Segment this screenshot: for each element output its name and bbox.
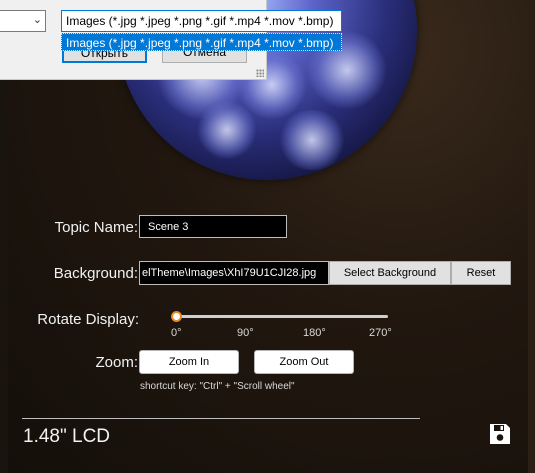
file-type-dropdown[interactable]: Images (*.jpg *.jpeg *.png *.gif *.mp4 *…: [61, 10, 342, 32]
save-icon[interactable]: [488, 422, 512, 446]
rotate-tick-180: 180°: [303, 327, 326, 339]
shortcut-hint: shortcut key: "Ctrl" + "Scroll wheel": [140, 381, 295, 392]
rotate-slider-track[interactable]: [175, 315, 388, 318]
reset-button[interactable]: Reset: [451, 261, 511, 285]
rotate-slider-thumb[interactable]: [171, 311, 182, 322]
background-path-field[interactable]: elTheme\Images\XhI79U1CJI28.jpg: [139, 261, 329, 285]
footer-divider: [22, 418, 420, 419]
filename-combo[interactable]: ⌄: [0, 10, 46, 32]
select-background-button[interactable]: Select Background: [329, 261, 451, 285]
rotate-display-label: Rotate Display:: [37, 311, 139, 328]
file-type-option[interactable]: Images (*.jpg *.jpeg *.png *.gif *.mp4 *…: [61, 33, 342, 51]
topic-name-input[interactable]: Scene 3: [139, 215, 287, 238]
rotate-tick-270: 270°: [369, 327, 392, 339]
rotate-tick-0: 0°: [171, 327, 182, 339]
chevron-down-icon: ⌄: [32, 14, 42, 26]
background-label: Background:: [53, 265, 138, 282]
resize-grip[interactable]: [256, 69, 264, 77]
zoom-label: Zoom:: [95, 354, 138, 371]
device-name: 1.48" LCD: [23, 426, 111, 447]
rotate-tick-90: 90°: [237, 327, 254, 339]
topic-name-label: Topic Name:: [54, 219, 138, 236]
zoom-in-button[interactable]: Zoom In: [139, 350, 239, 374]
zoom-out-button[interactable]: Zoom Out: [254, 350, 354, 374]
